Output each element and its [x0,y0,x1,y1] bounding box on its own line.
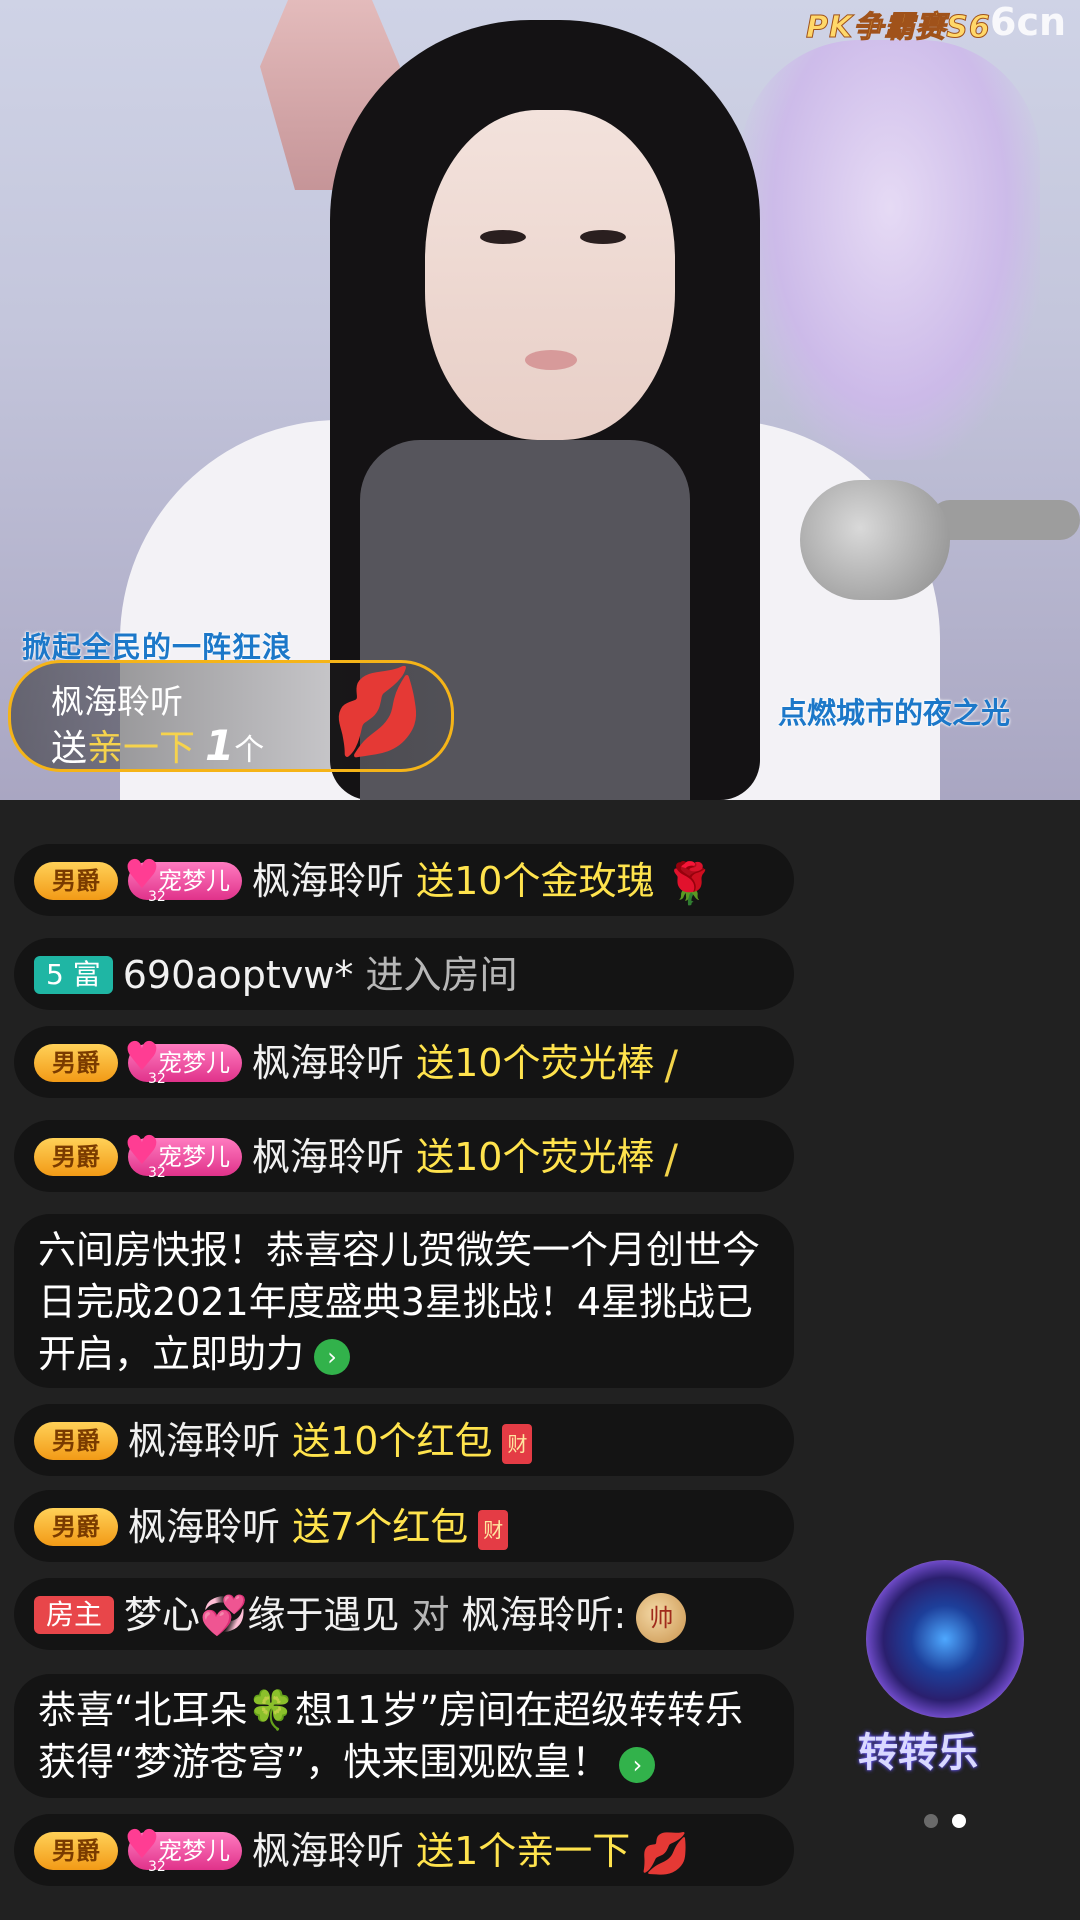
system-announcement[interactable]: 六间房快报！恭喜容儿贺微笑一个月创世今日完成2021年度盛典3星挑战！4星挑战已… [14,1214,794,1388]
fan-club-badge[interactable]: ♥ 32 宠梦儿 [124,855,242,905]
page-indicator-dot-active[interactable] [952,1814,966,1828]
gift-item: 亲一下 [87,728,196,769]
fan-club-name: 宠梦儿 [158,1142,230,1171]
chat-action: 进入房间 [365,953,518,997]
fan-club-name: 宠梦儿 [158,866,230,895]
gift-unit: 个 [234,733,265,768]
gift-sender: 枫海聆听 [51,682,183,721]
noble-badge[interactable]: 男爵 [34,1831,118,1870]
gift-count: 1 [205,721,235,770]
lucky-wheel-icon[interactable] [866,1560,1024,1718]
glow-stick-icon: / [664,1136,678,1183]
red-envelope-icon: 财 [478,1509,509,1550]
microphone [800,480,950,600]
kiss-lips-icon: 💋 [321,659,433,766]
chat-message: 房主 梦心💞缘于遇见 对 枫海聆听: 帅 [14,1578,794,1650]
chat-message: 男爵 ♥ 32 宠梦儿 枫海聆听 送10个荧光棒 / [14,1026,794,1098]
chat-message: 男爵 ♥ 32 宠梦儿 枫海聆听 送10个金玫瑰 🌹 [14,844,794,916]
arrow-right-icon[interactable]: › [314,1338,351,1375]
chat-username[interactable]: 枫海聆听 [252,1135,404,1179]
streamer-face [425,110,675,440]
chat-action: 送10个荧光棒 [416,1135,655,1179]
gift-verb: 送 [51,728,88,769]
chat-action: 送10个红包 [292,1419,493,1463]
noble-badge[interactable]: 男爵 [34,1507,118,1546]
microphone-arm [930,500,1080,540]
fan-club-name: 宠梦儿 [158,1048,230,1077]
chat-message: 男爵 ♥ 32 宠梦儿 枫海聆听 送10个荧光棒 / [14,1120,794,1192]
noble-badge[interactable]: 男爵 [34,1043,118,1082]
fan-level: 32 [148,888,166,905]
chat-action: 送10个金玫瑰 [416,859,655,903]
rich-level-badge[interactable]: 5 富 [34,955,113,994]
event-logo: PK争霸赛S6 [806,10,991,46]
streamer-eye [480,230,526,244]
chat-username[interactable]: 690aoptvw* [123,953,354,997]
fan-club-name: 宠梦儿 [158,1836,230,1865]
system-announcement[interactable]: 恭喜“北耳朵🍀想11岁”房间在超级转转乐获得“梦游苍穹”，快来围观欧皇！ › [14,1674,794,1798]
gold-rose-icon: 🌹 [664,860,715,907]
chat-message: 男爵 枫海聆听 送10个红包财 [14,1404,794,1476]
arrow-right-icon[interactable]: › [619,1746,656,1783]
noble-badge[interactable]: 男爵 [34,861,118,900]
live-video[interactable]: PK争霸赛S6 6cn 掀起全民的一阵狂浪 点燃城市的夜之光 枫海聆听 送亲一下… [0,0,1080,800]
kiss-lips-icon: 💋 [640,1830,691,1877]
chat-message: 5 富 690aoptvw* 进入房间 [14,938,794,1010]
fan-level: 32 [148,1164,166,1181]
noble-badge[interactable]: 男爵 [34,1137,118,1176]
chat-action: 送7个红包 [292,1505,469,1549]
announcement-text: 六间房快报！恭喜容儿贺微笑一个月创世今日完成2021年度盛典3星挑战！4星挑战已… [38,1228,761,1376]
chat-username[interactable]: 枫海聆听 [252,1829,404,1873]
chat-message: 男爵 ♥ 32 宠梦儿 枫海聆听 送1个亲一下 💋 [14,1814,794,1886]
chat-target-username[interactable]: 枫海聆听: [462,1593,627,1637]
chat-username[interactable]: 枫海聆听 [252,859,404,903]
noble-badge[interactable]: 男爵 [34,1421,118,1460]
chat-action: 送1个亲一下 [416,1829,631,1873]
fan-club-badge[interactable]: ♥ 32 宠梦儿 [124,1037,242,1087]
chat-to-word: 对 [411,1593,450,1637]
streamer-eye [580,230,626,244]
chat-username[interactable]: 枫海聆听 [128,1505,280,1549]
page-indicator-dot[interactable] [924,1814,938,1828]
streamer-lips [525,350,577,370]
chat-action: 送10个荧光棒 [416,1041,655,1085]
chat-message: 男爵 枫海聆听 送7个红包财 [14,1490,794,1562]
fan-club-badge[interactable]: ♥ 32 宠梦儿 [124,1131,242,1181]
gift-line: 送亲一下 1个 [51,719,264,771]
site-logo: 6cn [990,0,1067,44]
chess-piece-icon: 帅 [636,1592,687,1643]
banner-text-right: 点燃城市的夜之光 [778,696,1011,730]
host-badge[interactable]: 房主 [34,1595,115,1634]
lucky-wheel-label[interactable]: 转转乐 [858,1720,978,1778]
chat-username[interactable]: 枫海聆听 [252,1041,404,1085]
red-envelope-icon: 财 [502,1423,533,1464]
chat-username[interactable]: 枫海聆听 [128,1419,280,1463]
glow-stick-icon: / [664,1042,678,1089]
fan-level: 32 [148,1858,166,1875]
fan-club-badge[interactable]: ♥ 32 宠梦儿 [124,1825,242,1875]
fan-level: 32 [148,1070,166,1087]
chat-username[interactable]: 梦心💞缘于遇见 [124,1593,399,1637]
background-dress [740,40,1040,460]
